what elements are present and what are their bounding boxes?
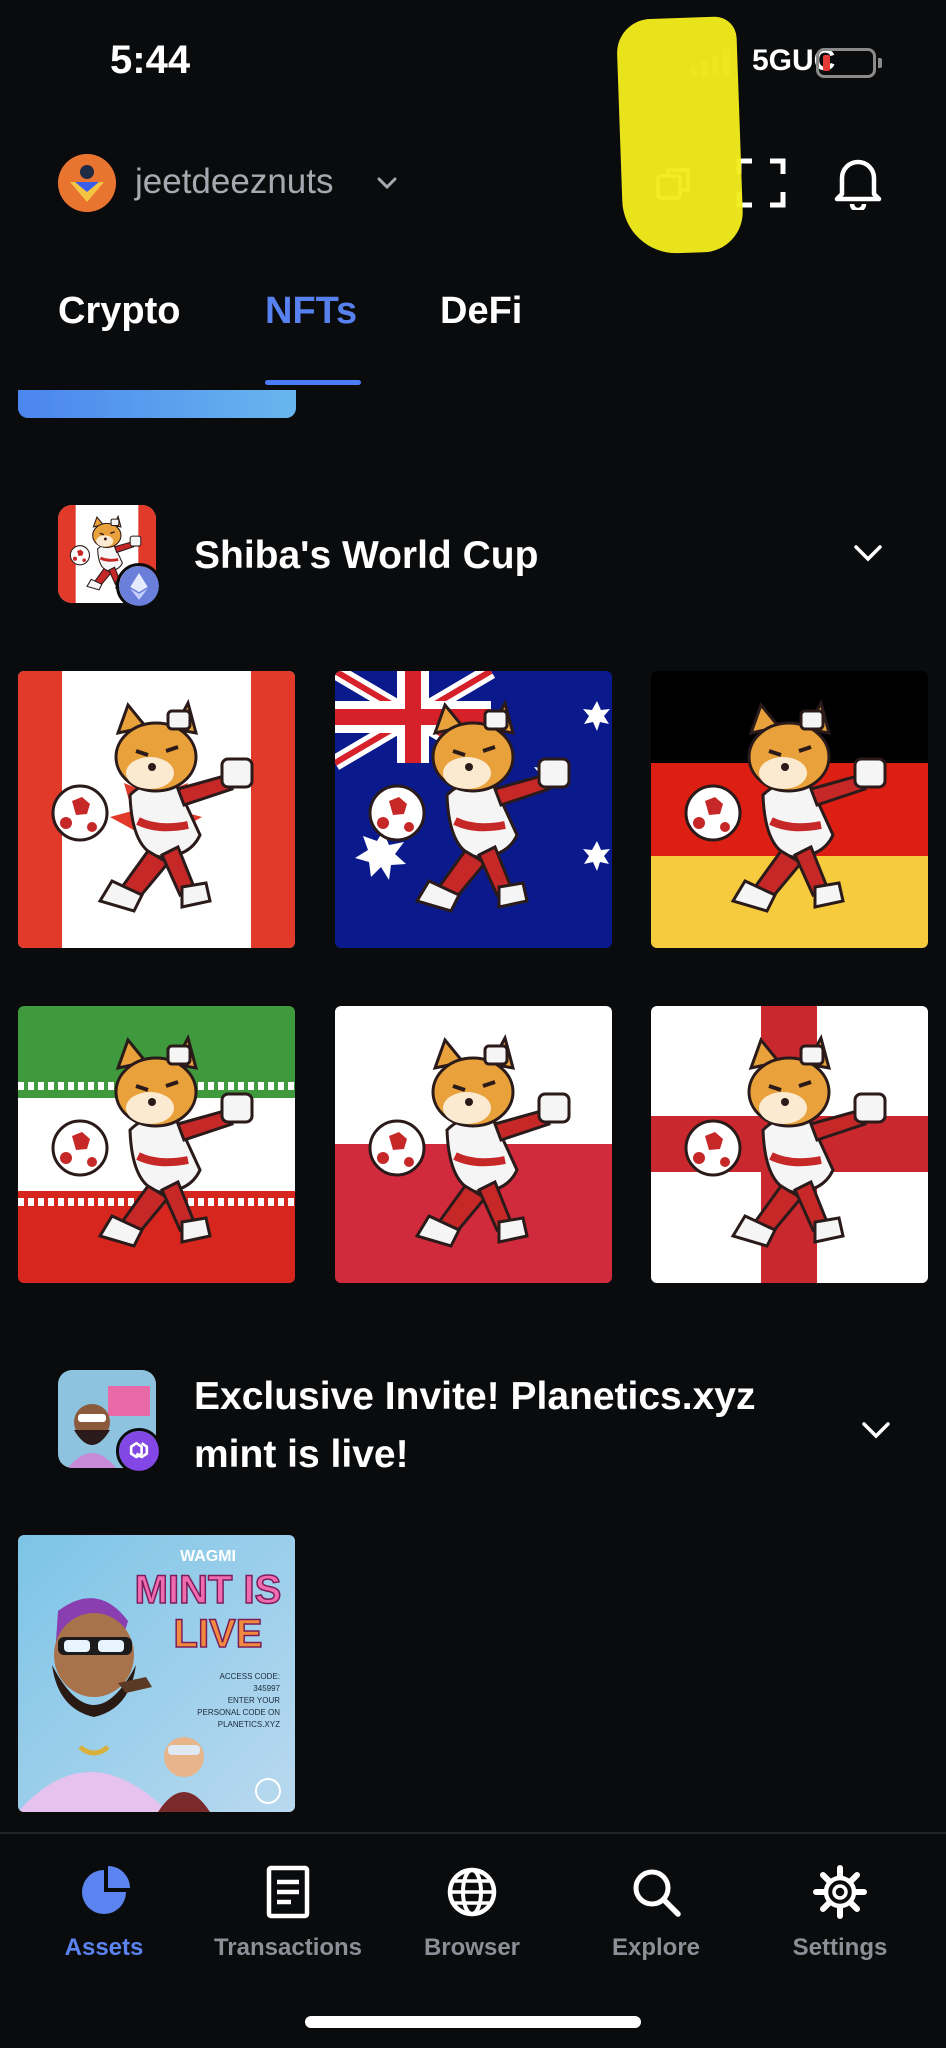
nav-settings[interactable]: Settings xyxy=(748,1864,932,1962)
tile-access: ACCESS CODE: xyxy=(220,1672,280,1681)
nft-tile-australia[interactable] xyxy=(335,671,612,948)
nav-label: Assets xyxy=(64,1934,144,1961)
collection-name: Shiba's World Cup xyxy=(194,534,539,577)
chevron-down-icon[interactable] xyxy=(858,1412,894,1448)
avatar[interactable] xyxy=(58,154,116,212)
collection-header-shiba[interactable]: Shiba's World Cup xyxy=(0,505,946,615)
tile-personal: PERSONAL CODE ON xyxy=(197,1708,280,1717)
nav-label: Browser xyxy=(423,1934,521,1961)
tab-nfts[interactable]: NFTs xyxy=(265,290,357,333)
tile-live: LIVE xyxy=(174,1612,263,1656)
pie-chart-icon xyxy=(82,1866,130,1914)
asset-tabs: Crypto NFTs DeFi xyxy=(0,290,946,390)
nft-tile-england[interactable] xyxy=(651,1006,928,1283)
tile-enter: ENTER YOUR xyxy=(228,1696,281,1705)
tile-code: 345997 xyxy=(253,1684,280,1693)
collection-name-line2: mint is live! xyxy=(194,1433,409,1476)
status-bar: 5:44 5GUC xyxy=(0,0,946,120)
nft-tile-planetics-mint[interactable]: WAGMI MINT IS LIVE ACCESS CODE: 345997 E… xyxy=(18,1535,295,1812)
home-indicator[interactable] xyxy=(305,2016,641,2028)
chevron-down-icon[interactable] xyxy=(850,535,886,571)
nav-assets[interactable]: Assets xyxy=(12,1864,196,1962)
nft-tile-poland[interactable] xyxy=(335,1006,612,1283)
search-icon xyxy=(633,1869,681,1917)
ethereum-icon xyxy=(116,563,162,609)
tile-site: PLANETICS.XYZ xyxy=(218,1720,280,1729)
nav-explore[interactable]: Explore xyxy=(564,1864,748,1962)
redaction-mark xyxy=(615,15,745,256)
document-icon xyxy=(266,1865,310,1919)
banner-card-edge[interactable] xyxy=(18,390,296,418)
nav-transactions[interactable]: Transactions xyxy=(196,1864,380,1962)
globe-icon xyxy=(447,1867,497,1917)
gear-icon xyxy=(813,1865,867,1919)
tile-mint-is: MINT IS xyxy=(135,1568,282,1612)
nft-tile-germany[interactable] xyxy=(651,671,928,948)
tile-wagmi: WAGMI xyxy=(180,1548,236,1565)
chevron-down-icon[interactable] xyxy=(372,168,402,198)
polygon-icon xyxy=(116,1428,162,1474)
scan-icon[interactable] xyxy=(736,158,786,208)
bell-icon[interactable] xyxy=(832,154,884,210)
nav-label: Settings xyxy=(792,1934,888,1961)
nft-tile-iran[interactable] xyxy=(18,1006,295,1283)
collection-header-planetics[interactable]: Exclusive Invite! Planetics.xyz mint is … xyxy=(0,1368,946,1498)
collection-name-line1: Exclusive Invite! Planetics.xyz xyxy=(194,1375,756,1418)
active-tab-indicator xyxy=(265,380,361,385)
nav-browser[interactable]: Browser xyxy=(380,1864,564,1962)
battery-icon xyxy=(816,48,882,78)
nft-tile-canada[interactable] xyxy=(18,671,295,948)
nav-label: Explore xyxy=(611,1934,701,1961)
tab-defi[interactable]: DeFi xyxy=(440,290,522,333)
tab-crypto[interactable]: Crypto xyxy=(58,290,180,333)
status-time: 5:44 xyxy=(110,38,191,82)
header: jeetdeeznuts xyxy=(0,140,946,240)
nav-label: Transactions xyxy=(213,1934,363,1961)
account-name[interactable]: jeetdeeznuts xyxy=(135,162,333,202)
